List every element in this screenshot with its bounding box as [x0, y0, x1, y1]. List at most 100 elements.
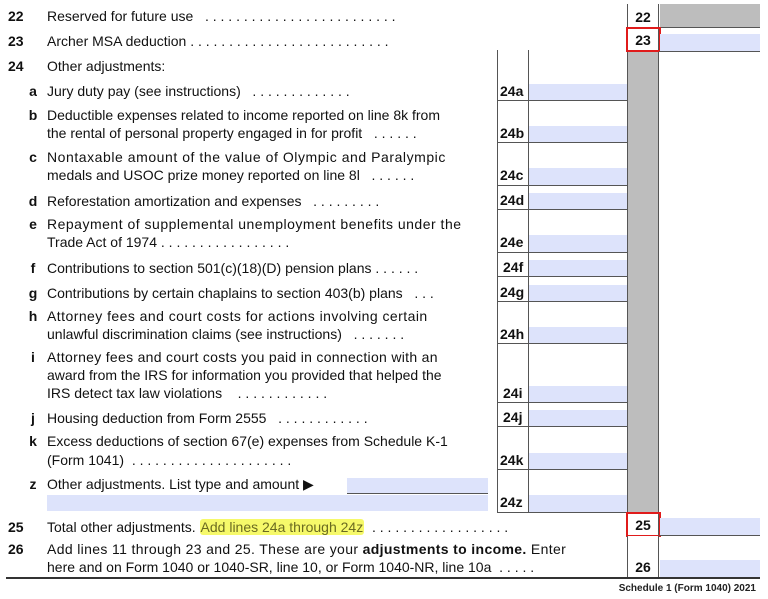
line-text: Jury duty pay (see instructions) . . . .…: [47, 82, 350, 100]
leader-dots: . . .: [414, 285, 434, 301]
leader-dots: . . . . . . . . . . . . . . . . . . . . …: [204, 8, 396, 24]
line-text-2: award from the IRS for information you p…: [47, 367, 442, 383]
line-text-2: medals and USOC prize money reported on …: [47, 166, 414, 184]
line-text-3: IRS detect tax law violations . . . . . …: [47, 384, 327, 402]
line-letter: c: [29, 149, 37, 165]
line-letter: e: [29, 216, 37, 232]
line-text-1: Repayment of supplemental unemployment b…: [47, 216, 462, 232]
divider: [497, 185, 628, 186]
line-letter: d: [28, 193, 38, 209]
leader-dots: . . . . . .: [375, 260, 419, 276]
line-text-1: Excess deductions of section 67(e) expen…: [47, 433, 448, 449]
line-label: medals and USOC prize money reported on …: [47, 167, 360, 183]
line-22-shaded-field: [660, 4, 760, 27]
line-box-label: 24b: [500, 125, 525, 141]
highlighted-instruction: Add lines 24a through 24z: [199, 519, 365, 535]
line-box-label: 24z: [500, 494, 523, 510]
divider: [497, 469, 628, 470]
line-label: Reforestation amortization and expenses: [47, 193, 302, 209]
line-label: here and on Form 1040 or 1040-SR, line 1…: [47, 559, 492, 575]
line-box-label: 24k: [500, 452, 524, 468]
leader-dots: . . . . . . . . . . . . . . . . . .: [372, 519, 509, 535]
line-box-label: 24a: [500, 83, 524, 99]
line-24g-amount-field[interactable]: [529, 285, 627, 302]
line-text: Housing deduction from Form 2555 . . . .…: [47, 409, 368, 427]
line-24z-type-field-2[interactable]: [47, 495, 488, 511]
line-label-end: Enter: [530, 541, 567, 557]
divider: [659, 51, 760, 52]
leader-dots: . . . . .: [499, 559, 535, 575]
line-text: Reforestation amortization and expenses …: [47, 192, 379, 210]
line-box-label: 24i: [503, 385, 523, 401]
line-25-amount-field[interactable]: [660, 518, 760, 535]
inner-value-column-border: [528, 50, 529, 513]
divider: [497, 402, 628, 403]
line-24h-amount-field[interactable]: [529, 327, 627, 344]
line-text-2: Trade Act of 1974 . . . . . . . . . . . …: [47, 233, 289, 251]
line-label: Total other adjustments.: [47, 519, 196, 535]
line-24c-amount-field[interactable]: [529, 168, 627, 185]
line-text: Total other adjustments. Add lines 24a t…: [47, 518, 508, 536]
leader-dots: . . . . . . . . . . . . .: [252, 83, 350, 99]
line-24z-type-field-1[interactable]: [347, 478, 488, 494]
line-text-1: Attorney fees and court costs for action…: [47, 308, 428, 324]
line-24k-amount-field[interactable]: [529, 453, 627, 470]
line-23-amount-field[interactable]: [660, 34, 760, 51]
line-26-amount-field[interactable]: [660, 560, 760, 577]
line-24d-amount-field[interactable]: [529, 193, 627, 210]
line-label: unlawful discrimination claims (see inst…: [47, 326, 342, 342]
line-letter: h: [28, 308, 38, 324]
line-box-label: 24d: [500, 192, 525, 208]
line-24b-amount-field[interactable]: [529, 126, 627, 143]
line-box-label: 24c: [500, 167, 524, 183]
highlight-box: [626, 27, 661, 52]
leader-dots: . . . . . . . . . . . . . . . . . . . . …: [190, 33, 389, 49]
line-letter: f: [30, 260, 36, 276]
divider: [497, 142, 628, 143]
line-label: Add lines 11 through 23 and 25. These ar…: [47, 541, 359, 557]
divider: [497, 301, 628, 302]
bottom-rule: [6, 577, 760, 579]
line-text: Reserved for future use . . . . . . . . …: [47, 7, 396, 25]
line-text: Contributions by certain chaplains to se…: [47, 284, 434, 302]
leader-dots: . . . . . . . . .: [313, 193, 380, 209]
arrow-right-icon: ▶: [303, 476, 314, 492]
leader-dots: . . . . . .: [371, 167, 415, 183]
line-24e-amount-field[interactable]: [529, 235, 627, 252]
line-text-2: the rental of personal property engaged …: [47, 124, 417, 142]
line-number: 25: [8, 519, 24, 535]
line-24a-amount-field[interactable]: [529, 84, 627, 101]
line-text: Archer MSA deduction . . . . . . . . . .…: [47, 32, 389, 50]
line-24z-amount-field[interactable]: [529, 495, 627, 512]
divider: [497, 252, 628, 253]
line-label: Other adjustments. List type and amount: [47, 476, 300, 492]
line-label: Contributions to section 501(c)(18)(D) p…: [47, 260, 372, 276]
leader-dots: . . . . . . . . . . . . . . . . . . . . …: [131, 452, 292, 468]
line-box-label: 26: [627, 536, 659, 578]
line-letter: j: [31, 410, 35, 426]
line-letter: k: [29, 433, 37, 449]
line-box-label: 24j: [503, 409, 523, 425]
line-letter: b: [28, 107, 38, 123]
line-box-label: 22: [627, 4, 659, 28]
line-24j-amount-field[interactable]: [529, 410, 627, 427]
divider: [659, 535, 760, 536]
divider: [659, 27, 760, 28]
leader-dots: . . . . . . . . . . . .: [237, 385, 328, 401]
inner-label-column-border: [497, 50, 498, 513]
divider: [497, 100, 628, 101]
line-number: 22: [8, 8, 24, 24]
line-24f-amount-field[interactable]: [529, 260, 627, 277]
line-text-2: (Form 1041) . . . . . . . . . . . . . . …: [47, 451, 291, 469]
divider: [497, 512, 628, 513]
line-box-label: 24f: [503, 259, 524, 275]
leader-dots: . . . . . . . . . . . . . . . . .: [160, 234, 290, 250]
leader-dots: . . . . . .: [373, 125, 417, 141]
line-number: 23: [8, 33, 24, 49]
divider: [497, 343, 628, 344]
shaded-column: [627, 50, 659, 512]
line-text-1: Add lines 11 through 23 and 25. These ar…: [47, 540, 566, 558]
divider: [497, 276, 628, 277]
line-box-label: 24h: [500, 326, 525, 342]
line-24i-amount-field[interactable]: [529, 386, 627, 403]
